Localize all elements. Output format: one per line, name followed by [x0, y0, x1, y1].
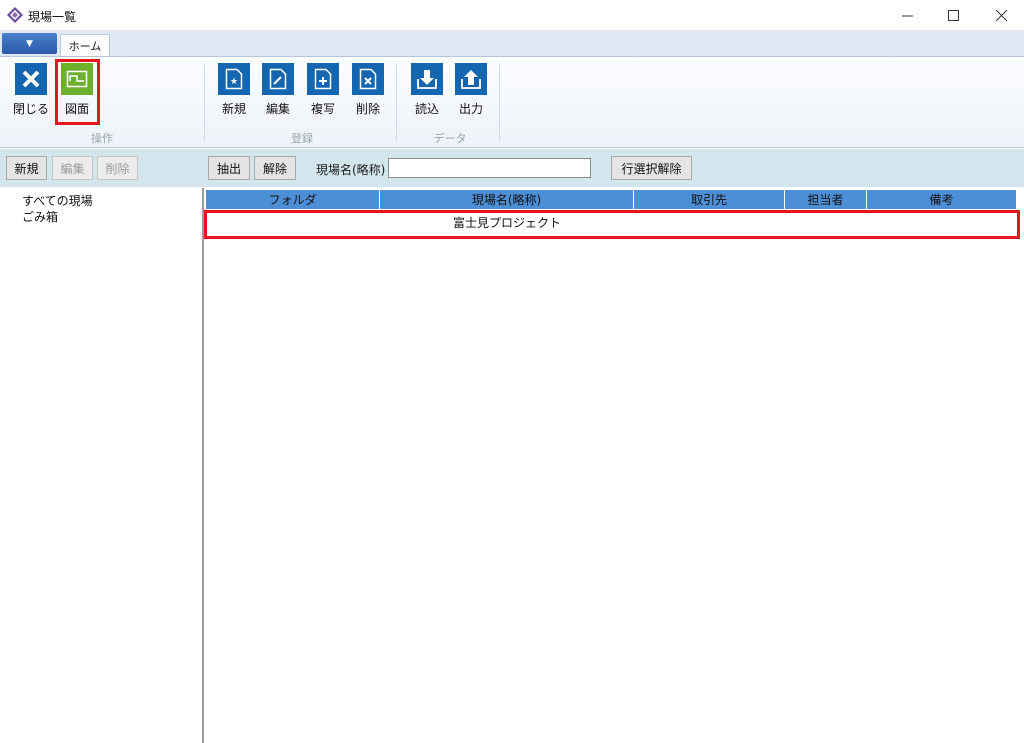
tab-home[interactable]: ホーム	[60, 34, 110, 57]
title-bar: 現場一覧	[0, 0, 1024, 31]
app-logo-icon	[7, 7, 23, 23]
column-header-site-name[interactable]: 現場名(略称)	[380, 190, 634, 209]
site-grid: フォルダ 現場名(略称) 取引先 担当者 備考 富士見プロジェクト	[204, 188, 1024, 743]
register-delete-button[interactable]: 削除	[348, 63, 388, 117]
deselect-row-button[interactable]: 行選択解除	[611, 156, 692, 180]
group-label-operation: 操作	[91, 132, 113, 145]
folder-tree: すべての現場 ごみ箱	[0, 188, 204, 743]
column-header-client[interactable]: 取引先	[634, 190, 785, 209]
filter-toolbar: 抽出 解除 現場名(略称) 行選択解除	[204, 149, 1024, 187]
group-label-register: 登録	[291, 132, 313, 145]
maximize-button[interactable]	[930, 0, 976, 31]
site-name-input[interactable]	[388, 158, 591, 178]
register-new-button[interactable]: ★ 新規	[214, 63, 254, 117]
minimize-icon	[901, 15, 913, 17]
minimize-button[interactable]	[884, 0, 930, 31]
tree-toolbar: 新規 編集 削除	[0, 149, 204, 187]
column-header-folder[interactable]: フォルダ	[206, 190, 380, 209]
extract-button[interactable]: 抽出	[208, 156, 250, 180]
grid-header: フォルダ 現場名(略称) 取引先 担当者 備考	[206, 190, 1017, 209]
export-label: 出力	[458, 102, 483, 116]
register-new-label: 新規	[221, 102, 246, 116]
tree-new-button[interactable]: 新規	[6, 156, 47, 180]
tree-delete-button[interactable]: 削除	[97, 156, 138, 180]
column-header-person[interactable]: 担当者	[785, 190, 867, 209]
copy-document-icon	[307, 63, 339, 95]
import-button[interactable]: 読込	[407, 63, 447, 117]
ribbon-tab-row: ▼ ホーム	[0, 31, 1024, 57]
ribbon-separator	[396, 63, 397, 141]
close-button-label: 閉じる	[12, 102, 49, 116]
clear-filter-button[interactable]: 解除	[254, 156, 296, 180]
new-document-icon: ★	[218, 63, 250, 95]
import-label: 読込	[414, 102, 439, 116]
close-window-button[interactable]	[978, 0, 1024, 31]
delete-document-icon	[352, 63, 384, 95]
application-menu-button[interactable]: ▼	[2, 33, 57, 54]
ribbon-separator	[204, 63, 205, 141]
drawing-button-highlight	[55, 59, 100, 125]
column-header-notes[interactable]: 備考	[867, 190, 1017, 209]
export-button[interactable]: 出力	[451, 63, 491, 117]
group-label-data: データ	[433, 132, 467, 145]
ribbon-separator	[499, 63, 500, 141]
chevron-down-icon: ▼	[26, 38, 33, 49]
register-copy-label: 複写	[310, 102, 335, 116]
export-icon	[455, 63, 487, 95]
row-highlight	[204, 210, 1020, 239]
maximize-icon	[947, 10, 959, 21]
register-edit-button[interactable]: 編集	[258, 63, 298, 117]
edit-document-icon	[262, 63, 294, 95]
ribbon: 閉じる 図面 操作 ★ 新規 編集 複写 削除 登録 読込 出力 データ	[0, 56, 1024, 148]
tree-item-trash[interactable]: ごみ箱	[22, 208, 58, 225]
window-title: 現場一覧	[28, 10, 77, 24]
register-delete-label: 削除	[355, 102, 380, 116]
close-button[interactable]: 閉じる	[11, 63, 51, 117]
site-name-label: 現場名(略称)	[316, 163, 386, 177]
tree-edit-button[interactable]: 編集	[52, 156, 93, 180]
close-x-icon	[15, 63, 47, 95]
register-copy-button[interactable]: 複写	[303, 63, 343, 117]
tree-item-all-sites[interactable]: すべての現場	[22, 192, 93, 209]
register-edit-label: 編集	[265, 102, 290, 116]
svg-text:★: ★	[230, 77, 238, 87]
close-icon	[995, 10, 1007, 21]
import-icon	[411, 63, 443, 95]
